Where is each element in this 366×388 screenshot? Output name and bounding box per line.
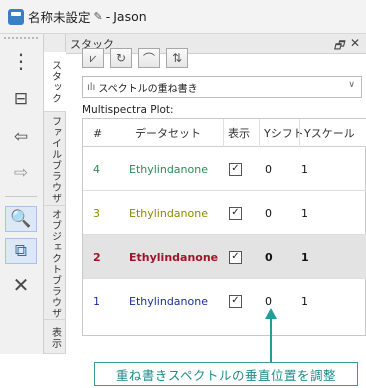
table-row[interactable]: 1 Ethylindanone ✓ 0 1 — [83, 279, 366, 323]
annotation-callout: 重ね書きスペクトルの垂直位置を調整 — [94, 362, 358, 386]
row-index: 2 — [93, 250, 101, 264]
user-name: Jason — [113, 9, 147, 24]
checkbox-checked-icon[interactable]: ✓ — [229, 206, 242, 220]
multispectra-table: # データセット 表示 Yシフト Yスケール 4 Ethylindanone ✓… — [82, 118, 366, 336]
redo-icon[interactable]: ⇨ — [5, 160, 37, 186]
row-dataset: Ethylindanone — [129, 206, 208, 220]
app-icon — [8, 8, 24, 25]
yshift-cell[interactable]: 0 — [265, 147, 272, 191]
document-title: 名称未設定 — [28, 10, 91, 25]
zoom-region-icon[interactable]: ⧉ — [5, 238, 37, 264]
toolbar-grip[interactable] — [4, 37, 38, 40]
shown-checkbox[interactable]: ✓ — [229, 279, 242, 323]
yshift-cell[interactable]: 0 — [265, 235, 273, 279]
panel-toolbar: ⩗ ↻ ⌒ ⇅ — [82, 48, 188, 70]
checkbox-checked-icon[interactable]: ✓ — [229, 250, 242, 264]
refresh-icon[interactable]: ↻ — [110, 48, 132, 68]
shown-checkbox[interactable]: ✓ — [229, 235, 242, 279]
zoom-icon[interactable]: 🔍 — [5, 206, 37, 232]
table-row[interactable]: 3 Ethylindanone ✓ 0 1 — [83, 191, 366, 235]
mode-select-value: スペクトルの重ね書き — [98, 83, 198, 95]
column-header-index[interactable]: # — [93, 119, 102, 147]
column-header-yshift[interactable]: Yシフト — [259, 119, 304, 147]
annotation-arrow — [270, 318, 272, 363]
row-dataset: Ethylindanone — [129, 294, 208, 308]
title-separator: - — [105, 9, 111, 24]
yscale-cell[interactable]: 1 — [301, 147, 308, 191]
tab-stack[interactable]: スタック — [44, 52, 66, 112]
edit-pencil-icon[interactable]: ✎ — [94, 10, 103, 23]
sort-icon[interactable]: ⇅ — [166, 48, 188, 68]
row-index: 4 — [93, 162, 100, 176]
yscale-cell[interactable]: 1 — [301, 279, 308, 323]
row-dataset: Ethylindanone — [129, 162, 208, 176]
column-header-yscale[interactable]: Yスケール — [299, 119, 355, 147]
table-row-selected[interactable]: 2 Ethylindanone ✓ 0 1 — [83, 235, 366, 279]
tab-file-browser[interactable]: ファイルブラウザ — [44, 114, 66, 206]
shown-checkbox[interactable]: ✓ — [229, 191, 242, 235]
undo-icon[interactable]: ⇦ — [5, 124, 37, 150]
column-header-shown[interactable]: 表示 — [223, 119, 250, 147]
table-header: # データセット 表示 Yシフト Yスケール — [83, 119, 366, 147]
yscale-cell[interactable]: 1 — [301, 191, 308, 235]
close-icon[interactable]: ✕ — [350, 36, 360, 50]
crosshair-icon[interactable]: ✕ — [5, 272, 37, 298]
mode-select[interactable]: ılı スペクトルの重ね書き ∨ — [82, 76, 362, 98]
window-icon[interactable]: ⊟ — [5, 86, 37, 112]
float-panel-icon[interactable]: 🗗 — [334, 37, 344, 56]
left-toolstrip: ⋮ ⊟ ⇦ ⇨ 🔍 ⧉ ✕ — [0, 34, 44, 354]
peaks-icon[interactable]: ⌒ — [138, 48, 160, 68]
chevron-down-icon: ∨ — [348, 80, 355, 90]
column-header-dataset[interactable]: データセット — [135, 119, 201, 147]
yshift-cell[interactable]: 0 — [265, 191, 272, 235]
multispectra-label: Multispectra Plot: — [82, 104, 174, 116]
checkbox-checked-icon[interactable]: ✓ — [229, 162, 242, 176]
side-tabs: スタック ファイルブラウザ オブジェクトブラウザ 表示 — [44, 34, 66, 354]
row-index: 1 — [93, 294, 100, 308]
row-dataset: Ethylindanone — [129, 250, 219, 264]
tab-object-browser[interactable]: オブジェクトブラウザ — [44, 208, 66, 320]
spectrum-icon: ılı — [87, 81, 96, 93]
yscale-cell[interactable]: 1 — [301, 235, 309, 279]
table-row[interactable]: 4 Ethylindanone ✓ 0 1 — [83, 147, 366, 191]
tool-divider — [5, 196, 37, 197]
tab-display[interactable]: 表示 — [44, 322, 66, 354]
shown-checkbox[interactable]: ✓ — [229, 147, 242, 191]
menu-dots-icon[interactable]: ⋮ — [5, 48, 37, 74]
stack-overlay-icon[interactable]: ⩗ — [82, 48, 104, 68]
row-index: 3 — [93, 206, 100, 220]
checkbox-checked-icon[interactable]: ✓ — [229, 294, 242, 308]
window-titlebar: 名称未設定 ✎ - Jason — [0, 0, 366, 34]
